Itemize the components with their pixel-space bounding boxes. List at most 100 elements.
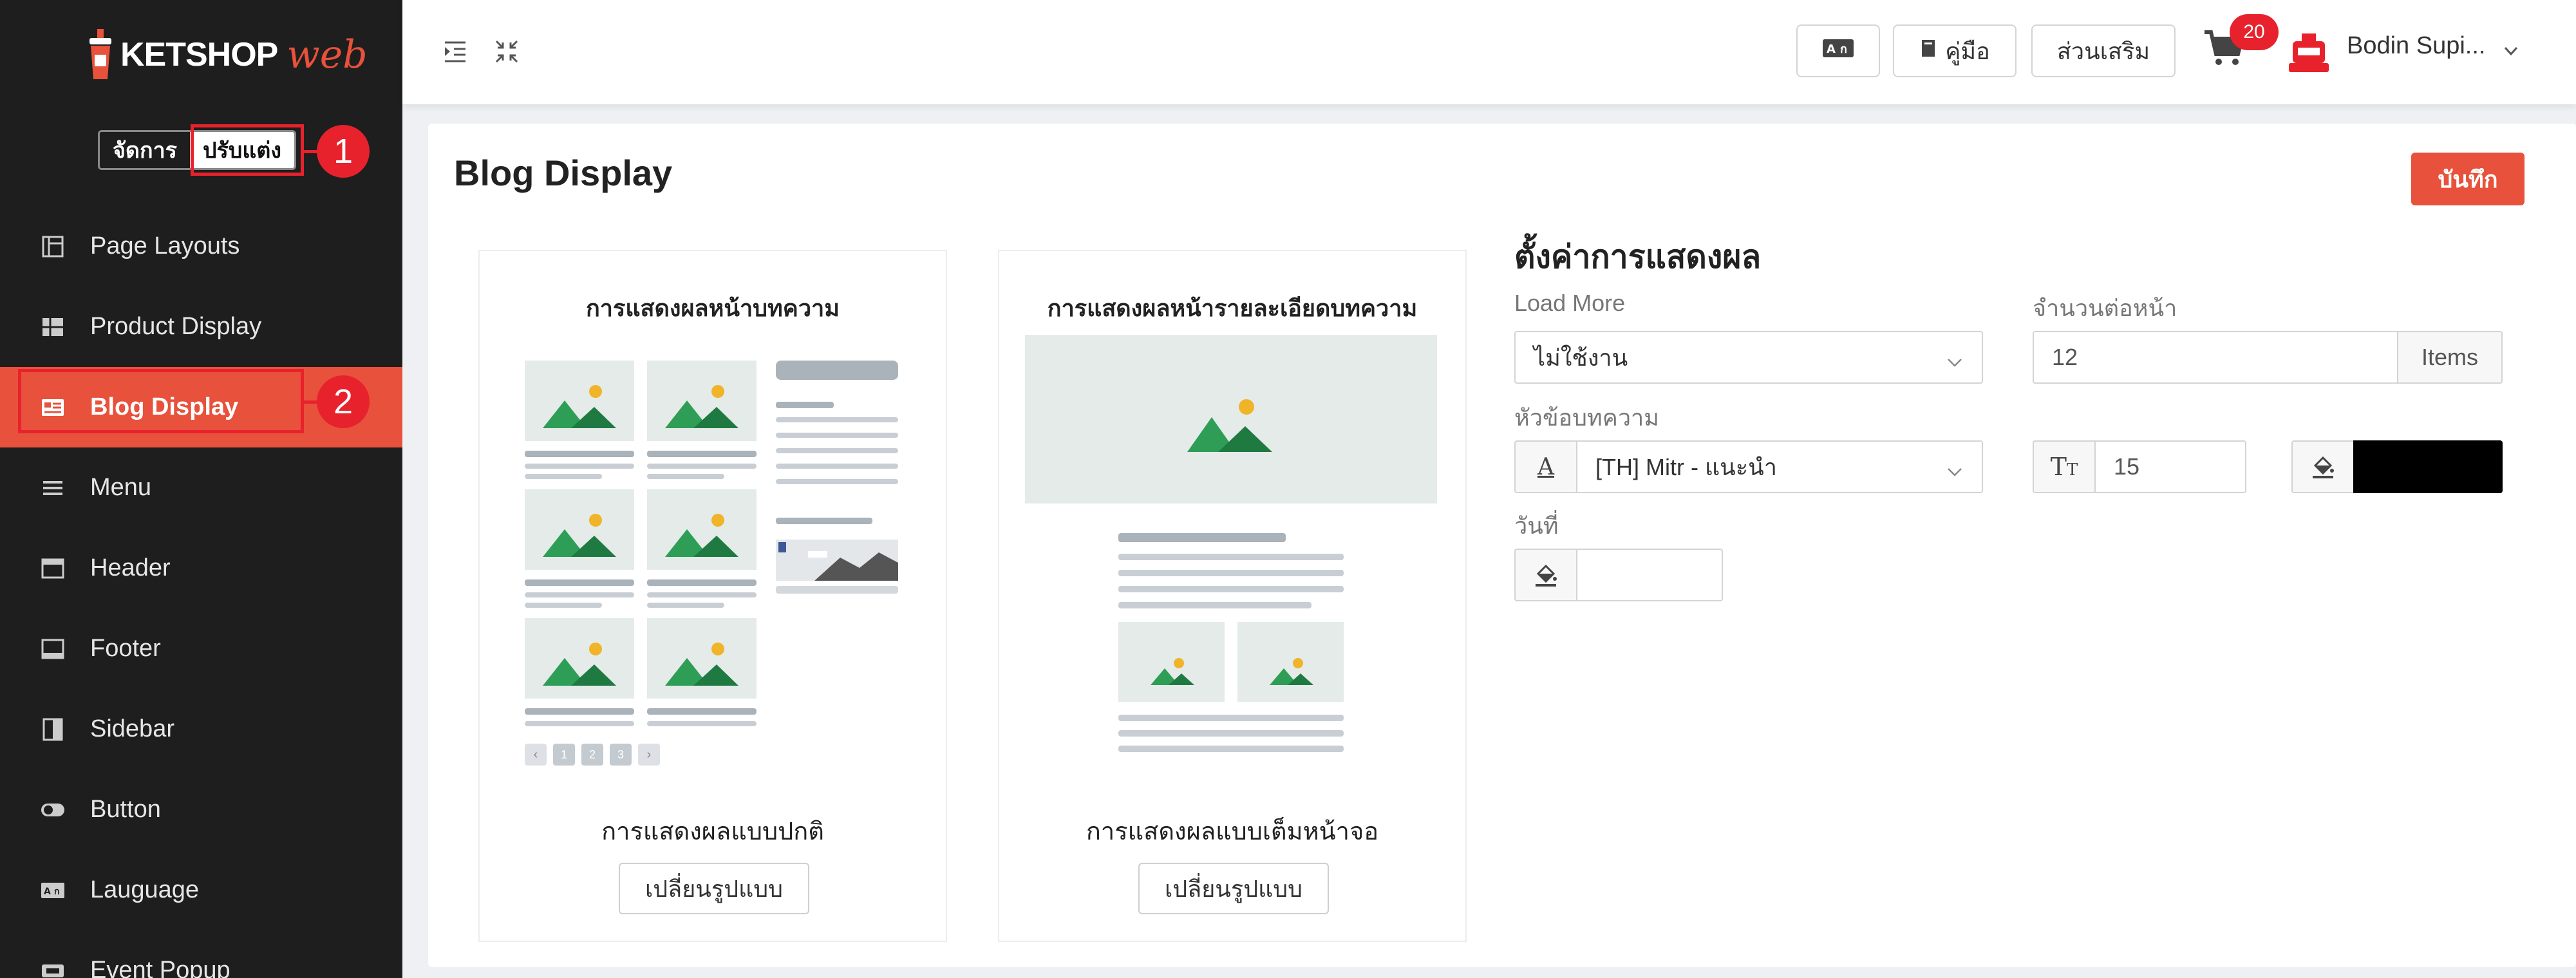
sidebar-item-sidebar[interactable]: Sidebar [0,689,402,769]
paint-bucket-icon [2291,440,2355,493]
manage-mode-button[interactable]: จัดการ [100,132,190,168]
heading-size-input[interactable]: 15 [2094,440,2246,493]
sidebar-item-label: Header [90,554,171,581]
chevron-down-icon [1946,350,1964,368]
load-more-label: Load More [1514,290,1626,316]
per-page-unit: Items [2397,331,2503,384]
card-title: การแสดงผลหน้าบทความ [585,295,840,321]
heading-color-swatch[interactable] [2353,440,2503,493]
sidebar-icon [40,717,66,742]
change-layout-button[interactable]: เปลี่ยนรูปแบบ [619,863,809,914]
sidebar-item-language[interactable]: Aก Lauguage [0,850,402,930]
heading-label: หัวข้อบทความ [1514,404,1659,431]
chevron-down-icon [1946,460,1964,478]
sidebar-item-menu[interactable]: Menu [0,447,402,528]
paint-bucket-icon [1514,549,1577,601]
settings-title: ตั้งค่าการแสดงผล [1514,239,1762,275]
book-icon [1919,37,1939,65]
brand-logo[interactable]: KETSHOP web [87,26,368,84]
step-marker-2: 2 [317,375,370,428]
sidebar-item-product-display[interactable]: Product Display [0,287,402,367]
indent-icon[interactable] [441,37,469,66]
ticket-icon [40,958,66,978]
sidebar-item-page-layouts[interactable]: Page Layouts [0,206,402,287]
layout-icon [40,234,66,259]
save-button[interactable]: บันทึก [2411,153,2524,205]
sidebar-item-event-popup[interactable]: Event Popup [0,930,402,978]
per-page-input[interactable]: 12 [2033,331,2398,384]
image-placeholder-icon [1025,335,1437,503]
load-more-select[interactable]: ไม่ใช้งาน [1514,331,1983,384]
chevron-right-icon: › [638,744,660,766]
chevron-down-icon[interactable] [2501,41,2521,61]
menu-icon [40,475,66,501]
sidebar-item-label: Product Display [90,313,262,340]
image-placeholder-icon [525,618,634,699]
sidebar-item-label: Page Layouts [90,232,240,259]
page-title: Blog Display [454,153,673,193]
sidebar-item-button[interactable]: Button [0,769,402,850]
footer-icon [40,636,66,662]
change-layout-button[interactable]: เปลี่ยนรูปแบบ [1138,863,1329,914]
card-caption: การแสดงผลแบบปกติ [601,818,824,845]
manual-label: คู่มือ [1945,37,1990,64]
highlight-box-blog-display [18,369,304,433]
date-color-input[interactable] [1576,549,1723,601]
page-number: 3 [610,744,632,766]
image-placeholder-icon [647,489,757,570]
marker-connector [304,150,317,153]
sidebar-item-label: Lauguage [90,876,200,903]
svg-text:A: A [1827,42,1836,56]
page-number: 2 [581,744,603,766]
marker-connector [304,400,317,404]
manual-button[interactable]: คู่มือ [1893,24,2017,77]
heading-font-value: [TH] Mitr - แนะนำ [1595,453,1777,480]
highlight-box-customize [191,124,304,176]
sidebar-item-footer[interactable]: Footer [0,608,402,689]
language-icon: Aก [1822,37,1854,65]
language-icon: Aก [40,878,66,903]
image-placeholder-icon [1237,622,1344,702]
layout-card-standard: การแสดงผลหน้าบทความ ‹ 1 2 3 › การแสดงผลแ… [478,250,947,942]
language-switch-button[interactable]: Aก [1796,24,1880,77]
chevron-left-icon: ‹ [525,744,547,766]
blog-list-preview: ‹ 1 2 3 › [525,361,911,779]
sidebar: KETSHOP web จัดการ ปรับแต่ง 1 Page Layout… [0,0,402,978]
brand-suffix: web [287,32,368,77]
sidebar-nav: Page Layouts Product Display Blog Displa… [0,206,402,978]
sidebar-item-label: Menu [90,474,152,501]
layout-card-fullscreen: การแสดงผลหน้ารายละเอียดบทความ การแสดงผลแ… [998,250,1467,942]
cup-logo-icon [87,29,114,80]
fullscreen-icon[interactable] [493,37,521,66]
search-bar-preview [776,361,898,380]
step-marker-1: 1 [317,125,370,178]
sidebar-item-label: Footer [90,635,161,662]
sidebar-item-label: Event Popup [90,957,230,978]
image-placeholder-icon [525,489,634,570]
sidebar-item-label: Button [90,796,161,823]
pagination-preview: ‹ 1 2 3 › [525,744,660,766]
card-caption: การแสดงผลแบบเต็มหน้าจอ [1086,818,1379,845]
sidebar-item-label: Sidebar [90,715,174,742]
load-more-value: ไม่ใช้งาน [1534,344,1628,371]
image-placeholder-icon [525,361,634,441]
date-label: วันที่ [1514,513,1559,539]
brand-name: KETSHOP [120,36,278,73]
social-widget-preview [776,540,898,581]
svg-text:ก: ก [1840,42,1847,56]
font-family-icon: A [1514,440,1577,493]
grid-icon [40,314,66,340]
topbar: Aก คู่มือ ส่วนเสริม 20 Bodin Supi... [402,0,2576,104]
page-number: 1 [553,744,575,766]
blog-detail-preview [1025,335,1442,785]
image-placeholder-icon [647,361,757,441]
image-placeholder-icon [647,618,757,699]
username[interactable]: Bodin Supi... [2347,32,2485,60]
font-size-icon: TT [2033,440,2096,493]
addons-button[interactable]: ส่วนเสริม [2031,24,2176,77]
cart-count-badge: 20 [2230,14,2279,50]
heading-font-select[interactable]: [TH] Mitr - แนะนำ [1576,440,1983,493]
svg-text:ก: ก [54,887,59,897]
avatar[interactable] [2282,26,2335,79]
sidebar-item-header[interactable]: Header [0,528,402,608]
